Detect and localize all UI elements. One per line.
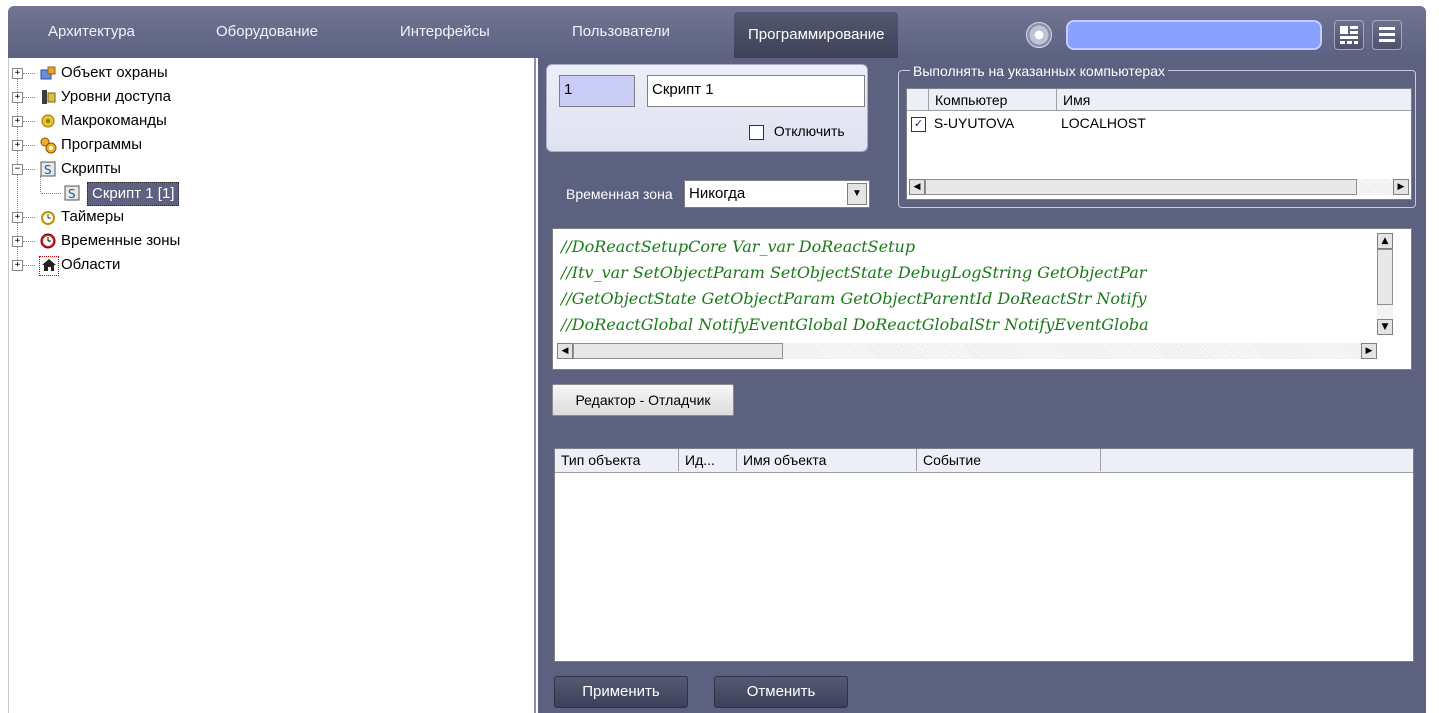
tab-users[interactable]: Пользователи (572, 20, 670, 44)
tab-architecture[interactable]: Архитектура (48, 20, 135, 44)
scroll-left-icon[interactable]: ◀ (557, 343, 573, 359)
computer-name: S-UYUTOVA (933, 115, 1015, 131)
tree-item-label-selected: Скрипт 1 [1] (87, 182, 180, 206)
expand-icon[interactable]: + (12, 116, 23, 127)
disable-checkbox-row[interactable]: Отключить (749, 121, 845, 141)
code-line: //Itv_var SetObjectParam SetObjectState … (561, 263, 1147, 282)
code-line: //DoReactSetupCore Var_var DoReactSetup (561, 237, 916, 256)
computers-table-header: Компьютер Имя (907, 89, 1411, 111)
horizontal-scrollbar-thumb[interactable] (925, 179, 1357, 195)
tree-item-scripts[interactable]: − S Скрипты (9, 158, 529, 180)
tree-item-programs[interactable]: + Программы (9, 134, 529, 156)
events-table: Тип объекта Ид... Имя объекта Событие (554, 448, 1414, 662)
computers-table: Компьютер Имя ✓ S-UYUTOVA LOCALHOST ◀ ▶ (906, 88, 1412, 200)
time-zone-value: Никогда (689, 185, 746, 202)
tree-item-timers[interactable]: + Таймеры (9, 206, 529, 228)
scroll-right-icon[interactable]: ▶ (1361, 343, 1377, 359)
guard-object-icon (39, 64, 57, 82)
macros-icon (39, 112, 57, 130)
svg-text:S: S (44, 163, 52, 177)
time-zone-label: Временная зона (566, 186, 673, 202)
tree-item-guard-object[interactable]: + Объект охраны (9, 62, 529, 84)
object-tree: + Объект охраны + Уровни доступа + Макро… (8, 58, 536, 713)
editor-debugger-button[interactable]: Редактор - Отладчик (552, 384, 734, 416)
scripts-icon: S (39, 160, 57, 178)
top-tab-bar: Архитектура Оборудование Интерфейсы Поль… (8, 6, 1426, 58)
code-line: //DoReactGlobal NotifyEventGlobal DoReac… (561, 315, 1149, 334)
events-table-header: Тип объекта Ид... Имя объекта Событие (555, 449, 1413, 473)
disable-label: Отключить (773, 123, 845, 139)
areas-icon (39, 256, 59, 276)
tree-item-label: Объект охраны (61, 64, 168, 81)
script-settings-panel: 1 Скрипт 1 Отключить Выполнять на указан… (538, 58, 1426, 713)
code-line: //GetObjectState GetObjectParam GetObjec… (561, 289, 1147, 308)
access-levels-icon (39, 88, 57, 106)
expand-icon[interactable]: + (12, 92, 23, 103)
computer-row[interactable]: ✓ S-UYUTOVA LOCALHOST (911, 113, 1146, 133)
script-identity-box: 1 Скрипт 1 Отключить (546, 64, 868, 152)
expand-icon[interactable]: + (12, 68, 23, 79)
computers-group-label: Выполнять на указанных компьютерах (910, 62, 1168, 80)
tree-item-access-levels[interactable]: + Уровни доступа (9, 86, 529, 108)
time-zone-select[interactable]: Никогда ▼ (684, 180, 870, 208)
horizontal-scrollbar-track[interactable] (1357, 179, 1393, 195)
tree-item-label: Скрипты (61, 160, 121, 177)
column-header-name[interactable]: Имя (1057, 89, 1411, 111)
disable-checkbox[interactable] (749, 124, 764, 140)
search-input[interactable] (1066, 20, 1322, 50)
tree-item-time-zones[interactable]: + Временные зоны (9, 230, 529, 252)
expand-icon[interactable]: + (12, 260, 23, 271)
script-icon: S (63, 184, 81, 202)
tab-equipment[interactable]: Оборудование (216, 20, 318, 44)
tab-interfaces[interactable]: Интерфейсы (400, 20, 490, 44)
tab-programming[interactable]: Программирование (734, 12, 899, 58)
scroll-left-icon[interactable]: ◀ (909, 179, 925, 195)
expand-icon[interactable]: + (12, 212, 23, 223)
scroll-down-icon[interactable]: ▼ (1377, 319, 1393, 335)
expand-icon[interactable]: + (12, 236, 23, 247)
tree-item-label: Макрокоманды (61, 112, 167, 129)
tree-item-script-1[interactable]: S Скрипт 1 [1] (9, 182, 529, 206)
svg-text:S: S (68, 187, 76, 201)
grid-view-icon[interactable] (1334, 20, 1364, 50)
tree-item-label: Временные зоны (61, 232, 181, 249)
script-name-field[interactable]: Скрипт 1 (647, 75, 865, 107)
horizontal-scrollbar-track[interactable] (783, 343, 1361, 359)
tree-item-macros[interactable]: + Макрокоманды (9, 110, 529, 132)
vertical-scrollbar-thumb[interactable] (1377, 249, 1393, 305)
timers-icon (39, 208, 57, 226)
tree-item-label: Уровни доступа (61, 88, 171, 105)
column-header-object-name[interactable]: Имя объекта (737, 449, 917, 471)
column-header-event[interactable]: Событие (917, 449, 1101, 471)
scroll-up-icon[interactable]: ▲ (1377, 233, 1393, 249)
computer-host: LOCALHOST (1061, 115, 1146, 131)
settings-gear-icon[interactable] (1026, 22, 1052, 48)
script-code-editor[interactable]: //DoReactSetupCore Var_var DoReactSetup … (552, 228, 1412, 370)
tree-item-areas[interactable]: + Области (9, 254, 529, 276)
scroll-right-icon[interactable]: ▶ (1393, 179, 1409, 195)
horizontal-scrollbar-thumb[interactable] (573, 343, 783, 359)
tree-item-label: Таймеры (61, 208, 124, 225)
script-id-field[interactable]: 1 (559, 75, 635, 107)
chevron-down-icon[interactable]: ▼ (847, 183, 867, 205)
tree-item-label: Программы (61, 136, 143, 153)
collapse-icon[interactable]: − (12, 164, 23, 175)
apply-button[interactable]: Применить (554, 676, 688, 708)
column-header-id[interactable]: Ид... (679, 449, 737, 471)
programs-icon (39, 136, 57, 154)
computer-checkbox[interactable]: ✓ (911, 116, 926, 132)
vertical-scrollbar-track[interactable] (1377, 305, 1393, 319)
cancel-button[interactable]: Отменить (714, 676, 848, 708)
expand-icon[interactable]: + (12, 140, 23, 151)
menu-list-icon[interactable] (1372, 20, 1402, 50)
column-header-computer[interactable]: Компьютер (929, 89, 1057, 111)
column-header-object-type[interactable]: Тип объекта (555, 449, 679, 471)
tree-item-label: Области (61, 256, 121, 273)
time-zones-icon (39, 232, 57, 250)
